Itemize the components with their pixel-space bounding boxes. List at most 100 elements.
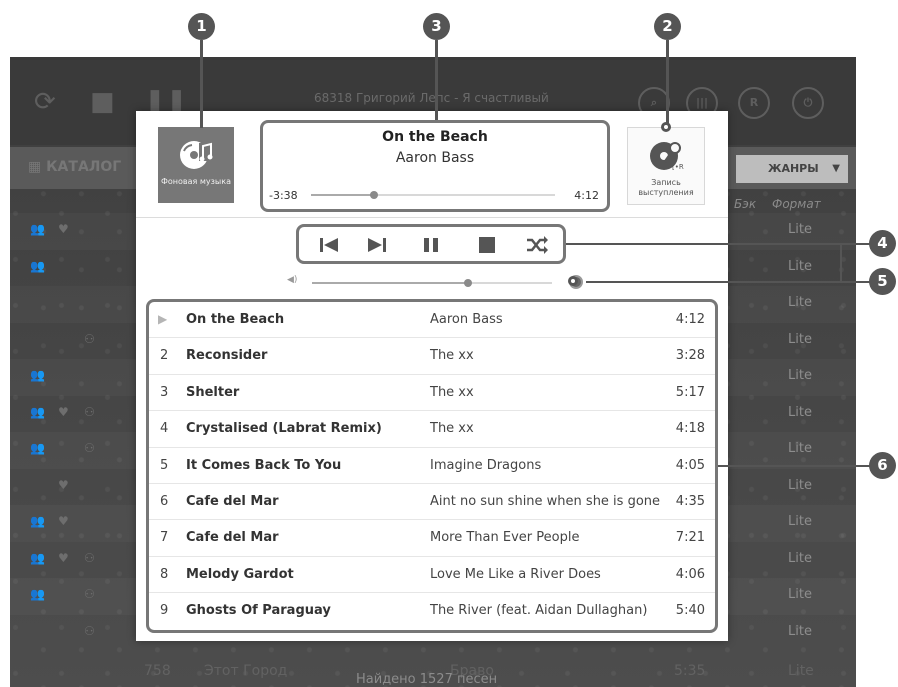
track-number: 4 bbox=[160, 421, 169, 437]
previous-icon bbox=[320, 238, 338, 252]
stop-button[interactable] bbox=[475, 235, 499, 255]
format-value: Lite bbox=[788, 222, 812, 237]
volume-slider[interactable] bbox=[312, 279, 552, 287]
callout-2-line bbox=[666, 40, 669, 124]
background-music-player: Фоновая музыка On the Beach Aaron Bass -… bbox=[136, 111, 728, 641]
callout-5: 5 bbox=[869, 268, 896, 295]
track-title: On the Beach bbox=[186, 312, 285, 327]
track-duration: 5:17 bbox=[675, 384, 705, 400]
power-icon[interactable]: ⏻ bbox=[792, 87, 824, 119]
playlist-row[interactable]: 7 Cafe del Mar More Than Ever People 7:21 bbox=[149, 520, 715, 557]
progress-fill bbox=[311, 194, 375, 196]
playlist-row[interactable]: ▶ On the Beach Aaron Bass 4:12 bbox=[149, 302, 715, 339]
pause-button[interactable] bbox=[419, 235, 443, 255]
heart-icon: ♥ bbox=[58, 404, 69, 419]
format-value: Lite bbox=[788, 295, 812, 310]
chevron-down-icon: ▼ bbox=[832, 163, 840, 174]
track-title: It Comes Back To You bbox=[186, 457, 342, 473]
heart-icon: ♥ bbox=[58, 222, 69, 236]
track-artist: The xx bbox=[430, 384, 474, 400]
next-icon bbox=[368, 238, 386, 252]
track-artist: Imagine Dragons bbox=[430, 457, 542, 473]
refresh-icon[interactable]: ⟳ bbox=[34, 87, 56, 117]
background-music-button[interactable]: Фоновая музыка bbox=[158, 127, 234, 203]
track-duration: 5:40 bbox=[675, 603, 705, 619]
progress-handle[interactable] bbox=[370, 191, 379, 199]
callout-5-dot bbox=[568, 276, 578, 286]
format-value: Lite bbox=[788, 587, 812, 602]
track-artist: Aint no sun shine when she is gone bbox=[430, 493, 661, 509]
track-duration: 4:06 bbox=[675, 566, 705, 582]
group-icon: 👥 bbox=[30, 514, 45, 528]
time-remaining: -3:38 bbox=[269, 189, 298, 202]
track-title: Cafe del Mar bbox=[186, 493, 279, 509]
record-performance-button[interactable]: [•R] Запись выступления bbox=[627, 127, 705, 205]
playlist: ▶ On the Beach Aaron Bass 4:12 2 Reconsider Th… bbox=[146, 299, 718, 633]
duet-icon: ⚇ bbox=[84, 623, 95, 638]
format-value: Lite bbox=[788, 441, 812, 456]
callout-1-line bbox=[200, 40, 203, 128]
track-artist: Aaron Bass bbox=[430, 312, 503, 327]
progress-bar[interactable] bbox=[311, 191, 555, 199]
playlist-row[interactable]: 5 It Comes Back To You Imagine Dragons 4:05 bbox=[149, 448, 715, 484]
track-number: 2 bbox=[160, 348, 169, 364]
callout-5-vline bbox=[840, 243, 842, 281]
shuffle-button[interactable] bbox=[525, 235, 549, 255]
volume-handle[interactable] bbox=[464, 279, 472, 287]
callout-6-line bbox=[718, 465, 872, 467]
playlist-row[interactable]: 9 Ghosts Of Paraguay The River (feat. Aida… bbox=[149, 593, 715, 629]
pause-icon bbox=[424, 238, 438, 252]
track-title: Crystalised (Labrat Remix) bbox=[186, 421, 382, 437]
callout-5-line bbox=[586, 281, 872, 283]
column-back: Бэк bbox=[734, 197, 757, 211]
track-duration: 4:18 bbox=[675, 421, 705, 437]
playlist-row[interactable]: 6 Cafe del Mar Aint no sun shine when she … bbox=[149, 484, 715, 521]
format-value: Lite bbox=[788, 331, 812, 347]
divider bbox=[136, 217, 728, 218]
track-number: 5 bbox=[160, 457, 169, 473]
playlist-row[interactable]: 2 Reconsider The xx 3:28 bbox=[149, 338, 715, 375]
next-button[interactable] bbox=[365, 235, 389, 255]
heart-icon: ♥ bbox=[58, 550, 69, 565]
duet-icon: ⚇ bbox=[84, 587, 95, 601]
record-icon[interactable]: R bbox=[738, 87, 770, 119]
genres-dropdown[interactable]: ЖАНРЫ ▼ bbox=[736, 155, 848, 183]
duet-icon: ⚇ bbox=[84, 550, 95, 565]
previous-button[interactable] bbox=[317, 235, 341, 255]
format-value: Lite bbox=[788, 477, 812, 493]
track-number: 6 bbox=[160, 493, 169, 509]
playlist-row[interactable]: 4 Crystalised (Labrat Remix) The xx 4:18 bbox=[149, 411, 715, 448]
callout-6: 6 bbox=[869, 452, 896, 479]
track-title: Ghosts Of Paraguay bbox=[186, 603, 331, 619]
now-playing-title: On the Beach bbox=[382, 129, 488, 145]
heart-icon: ♥ bbox=[58, 514, 69, 528]
callout-3-line bbox=[435, 40, 438, 120]
playback-controls bbox=[296, 224, 566, 264]
callout-2-dot bbox=[661, 122, 671, 132]
playlist-row[interactable]: 3 Shelter The xx 5:17 bbox=[149, 375, 715, 412]
format-value: Lite bbox=[788, 404, 812, 420]
track-duration: 4:35 bbox=[675, 493, 705, 509]
record-performance-label: Запись выступления bbox=[638, 178, 694, 197]
now-playing-artist: Aaron Bass bbox=[395, 150, 475, 166]
catalog-tab[interactable]: ▦ КАТАЛОГ bbox=[28, 159, 121, 175]
format-value: Lite bbox=[788, 368, 812, 383]
track-number: 7 bbox=[160, 530, 169, 546]
callout-4-line bbox=[566, 243, 872, 245]
track-duration: 7:21 bbox=[675, 530, 705, 546]
format-value: Lite bbox=[788, 550, 812, 566]
background-bottom-row: 758 Этот Город Браво 5:35 Lite Найдено 1… bbox=[144, 663, 814, 687]
track-title: Melody Gardot bbox=[186, 566, 294, 582]
track-number: 3 bbox=[160, 384, 169, 400]
playlist-row[interactable]: 8 Melody Gardot Love Me Like a River Does 4… bbox=[149, 557, 715, 594]
record-badge-text: [•R] bbox=[672, 163, 684, 171]
shuffle-icon bbox=[527, 236, 548, 254]
play-indicator-icon: ▶ bbox=[158, 312, 168, 326]
callout-3: 3 bbox=[423, 13, 450, 40]
format-value: Lite bbox=[788, 623, 812, 639]
track-title: Shelter bbox=[186, 384, 240, 400]
stop-icon[interactable]: ■ bbox=[90, 87, 115, 117]
background-now-playing: 68318 Григорий Лепс - Я счастливый bbox=[314, 91, 549, 105]
format-value: Lite bbox=[788, 514, 812, 529]
stop-icon bbox=[479, 237, 495, 253]
